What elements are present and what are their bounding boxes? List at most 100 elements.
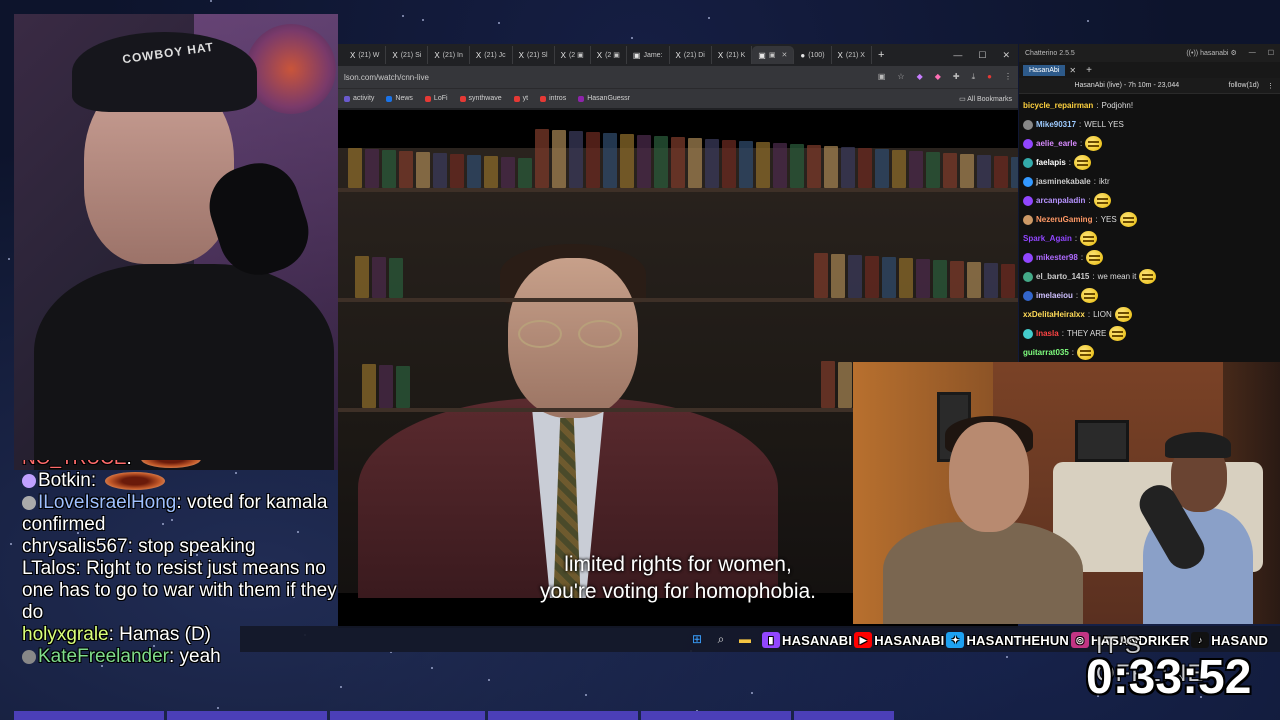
chat-message[interactable]: jasminekabale: iktr xyxy=(1023,172,1276,191)
extension-icon[interactable]: ◆ xyxy=(935,72,941,82)
settings-icon[interactable]: ⚙ xyxy=(1230,50,1236,57)
bookmarks-bar: activity News LoFi synthwave yt intros HasanGu… xyxy=(338,88,1018,108)
chat-username[interactable]: arcanpaladin xyxy=(1036,196,1085,205)
social-link-twitch: ▮ HASANABI xyxy=(762,632,852,648)
chat-message[interactable]: aelie_earle: xyxy=(1023,134,1276,153)
chat-username[interactable]: guitarrat035 xyxy=(1023,348,1069,357)
windows-start-icon[interactable]: ⊞ xyxy=(690,632,704,646)
download-icon[interactable]: ⤓ xyxy=(972,72,976,82)
emote-icon xyxy=(1119,212,1137,227)
follow-status[interactable]: follow(1d) xyxy=(1229,82,1259,89)
browser-tab[interactable]: ▣ Jame: xyxy=(627,46,670,64)
close-tab-icon[interactable]: ✕ xyxy=(781,51,787,59)
chat-message[interactable]: Spark_Again: xyxy=(1023,229,1276,248)
chat-message[interactable]: NezeruGaming: YES xyxy=(1023,210,1276,229)
chatterino-window-controls: — ☐ xyxy=(1249,49,1274,57)
browser-tab[interactable]: ● (100) xyxy=(794,46,832,64)
chat-username[interactable]: bicycle_repairman xyxy=(1023,101,1093,110)
search-icon[interactable]: ⌕ xyxy=(714,632,728,646)
chat-text: we mean it xyxy=(1097,272,1137,281)
tab-favicon-icon: ▣ xyxy=(758,50,766,60)
user-badge-icon xyxy=(1023,271,1033,282)
chat-message[interactable]: bicycle_repairman: Podjohn! xyxy=(1023,96,1276,115)
chat-message[interactable]: arcanpaladin: xyxy=(1023,191,1276,210)
chat-username[interactable]: aelie_earle xyxy=(1036,139,1077,148)
browser-tab[interactable]: X (2 ▣ xyxy=(591,46,627,64)
book xyxy=(807,145,821,188)
menu-icon[interactable]: ⋮ xyxy=(1267,82,1274,90)
browser-tab[interactable]: X (21) K xyxy=(712,46,753,64)
close-icon[interactable]: ✕ xyxy=(1002,50,1010,61)
browser-tab[interactable]: X (21) Sl xyxy=(513,46,555,64)
bookmark-item[interactable]: activity xyxy=(344,95,374,102)
browser-tab[interactable]: X (21) Jc xyxy=(470,46,513,64)
maximize-icon[interactable]: ☐ xyxy=(978,50,986,61)
browser-tab[interactable]: X (2 ▣ xyxy=(555,46,591,64)
chat-message[interactable]: lnasla: THEY ARE xyxy=(1023,324,1276,343)
profile-icon[interactable]: ● xyxy=(987,72,992,82)
overlay-chat-message: KateFreelander: yeah xyxy=(22,646,342,668)
browser-tab[interactable]: X (21) W xyxy=(344,46,387,64)
chat-username[interactable]: mikester98 xyxy=(1036,253,1078,262)
bookmark-item[interactable]: synthwave xyxy=(459,95,502,102)
face xyxy=(949,422,1029,532)
book xyxy=(994,156,1008,188)
browser-tab[interactable]: X (21) In xyxy=(428,46,470,64)
chat-username[interactable]: el_barto_1415 xyxy=(1036,272,1089,281)
cast-icon[interactable]: ▣ xyxy=(878,72,886,82)
book xyxy=(1011,157,1018,188)
star-icon[interactable]: ☆ xyxy=(897,72,904,82)
bookmark-item[interactable]: LoFi xyxy=(424,95,448,102)
overlay-chat-message: NO_TRUCE: xyxy=(22,460,342,470)
extension-icon[interactable]: ◆ xyxy=(917,72,923,82)
browser-tab[interactable]: X (21) Di xyxy=(670,46,712,64)
book xyxy=(450,154,464,188)
chat-message[interactable]: xxDelitaHeiralxx: LION xyxy=(1023,305,1276,324)
chat-message[interactable]: imelaeiou: xyxy=(1023,286,1276,305)
url-field[interactable]: lson.com/watch/cnn-live xyxy=(344,73,878,82)
chat-message[interactable]: guitarrat035: xyxy=(1023,343,1276,362)
chat-message[interactable]: Mike90317: WELL YES xyxy=(1023,115,1276,134)
streamer-body xyxy=(34,264,334,470)
chat-username[interactable]: xxDelitaHeiralxx xyxy=(1023,310,1085,319)
new-tab-button[interactable]: + xyxy=(878,49,884,61)
separator: : xyxy=(1068,158,1072,167)
menu-icon[interactable]: ⋮ xyxy=(1004,72,1012,82)
podcast-camera xyxy=(853,362,1280,624)
chat-message[interactable]: faelapis: xyxy=(1023,153,1276,172)
all-bookmarks[interactable]: ▭ All Bookmarks xyxy=(959,95,1012,103)
chat-username[interactable]: lnasla xyxy=(1036,329,1059,338)
file-explorer-icon[interactable]: ▬ xyxy=(738,632,752,646)
chat-username[interactable]: faelapis xyxy=(1036,158,1066,167)
chat-username[interactable]: Spark_Again xyxy=(1023,234,1072,243)
tab-label: ▣ xyxy=(768,52,776,59)
browser-tab[interactable]: ▣ ▣ ✕ xyxy=(752,46,795,64)
account-label: hasanabi xyxy=(1200,50,1229,57)
chat-message[interactable]: el_barto_1415: we mean it xyxy=(1023,267,1276,286)
maximize-icon[interactable]: ☐ xyxy=(1268,49,1274,57)
chat-username[interactable]: imelaeiou xyxy=(1036,291,1073,300)
puzzle-icon[interactable]: ✚ xyxy=(953,72,960,82)
chat-message[interactable]: mikester98: xyxy=(1023,248,1276,267)
chat-username[interactable]: jasminekabale xyxy=(1036,177,1091,186)
channel-tab-label: HasanAbi xyxy=(1029,66,1060,74)
browser-tab[interactable]: X (21) Si xyxy=(386,46,429,64)
close-tab-icon[interactable]: ✕ xyxy=(1069,66,1076,75)
add-tab-button[interactable]: + xyxy=(1086,65,1092,76)
bookmark-item[interactable]: yt xyxy=(513,95,528,102)
bookmark-item[interactable]: News xyxy=(386,95,413,102)
minimize-icon[interactable]: — xyxy=(953,50,962,61)
chat-username[interactable]: Mike90317 xyxy=(1036,120,1076,129)
browser-tab[interactable]: X (21) X xyxy=(832,46,872,64)
separator: : xyxy=(75,558,87,579)
bookmark-item[interactable]: intros xyxy=(540,95,566,102)
account-name[interactable]: ((•)) hasanabi ⚙ xyxy=(1186,49,1236,57)
person-in-suit xyxy=(358,238,778,598)
bookmark-item[interactable]: HasanGuessr xyxy=(578,95,630,102)
channel-tab[interactable]: HasanAbi xyxy=(1023,64,1066,76)
bookshelf xyxy=(338,188,1018,192)
bookmark-icon xyxy=(578,95,585,102)
star xyxy=(498,22,500,24)
chat-username[interactable]: NezeruGaming xyxy=(1036,215,1092,224)
minimize-icon[interactable]: — xyxy=(1249,49,1256,57)
